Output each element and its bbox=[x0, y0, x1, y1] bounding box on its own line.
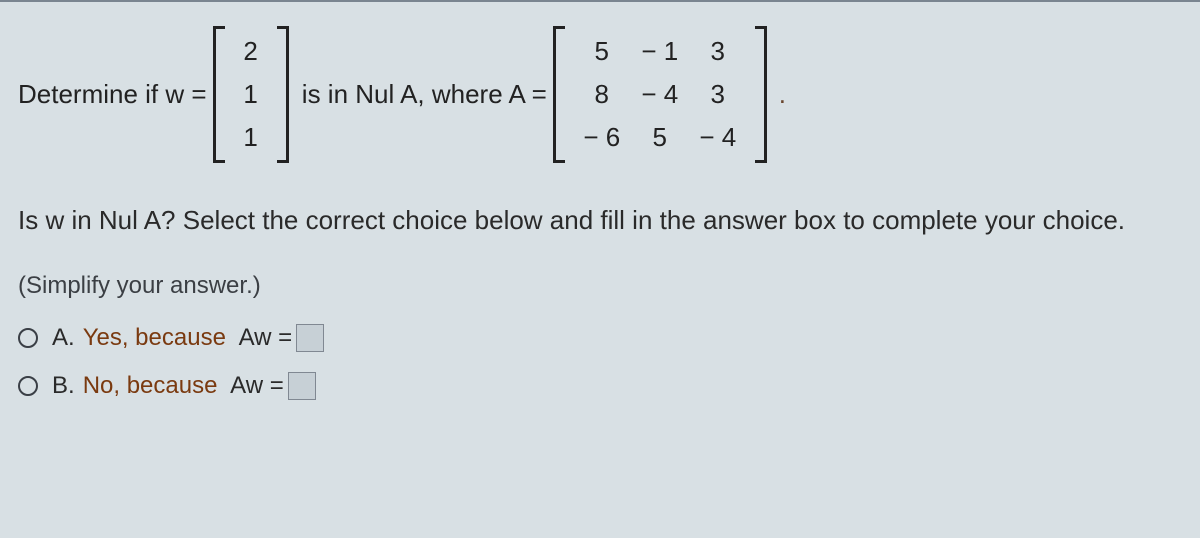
A-0-2: 3 bbox=[704, 36, 732, 67]
w-2: 1 bbox=[237, 122, 265, 153]
A-1-0: 8 bbox=[588, 79, 616, 110]
answer-box-a[interactable] bbox=[296, 324, 324, 352]
choice-b-expr: Aw = bbox=[230, 372, 284, 400]
hint-text: (Simplify your answer.) bbox=[18, 272, 1182, 300]
radio-icon[interactable] bbox=[18, 328, 38, 348]
choice-a-label: Yes, because bbox=[83, 324, 226, 352]
choice-b-label: No, because bbox=[83, 372, 218, 400]
w-1: 1 bbox=[237, 79, 265, 110]
question-text: Is w in Nul A? Select the correct choice… bbox=[18, 203, 1182, 238]
problem-statement: Determine if w = 2 1 1 is in Nul A, wher… bbox=[18, 26, 1182, 163]
w-0: 2 bbox=[237, 36, 265, 67]
A-2-0: − 6 bbox=[583, 122, 620, 153]
choice-b-letter: B. bbox=[52, 372, 75, 400]
choice-b[interactable]: B. No, because Aw = bbox=[18, 372, 1182, 400]
choice-a-expr: Aw = bbox=[239, 324, 293, 352]
A-0-1: − 1 bbox=[641, 36, 678, 67]
bracket-left-icon bbox=[553, 26, 567, 163]
choice-a-letter: A. bbox=[52, 324, 75, 352]
bracket-left-icon bbox=[213, 26, 227, 163]
matrix-A: 5 − 1 3 8 − 4 3 − 6 5 − 4 bbox=[553, 26, 767, 163]
text-period: . bbox=[779, 79, 786, 110]
A-2-2: − 4 bbox=[699, 122, 736, 153]
bracket-right-icon bbox=[753, 26, 767, 163]
A-1-2: 3 bbox=[704, 79, 732, 110]
problem-panel: Determine if w = 2 1 1 is in Nul A, wher… bbox=[0, 0, 1200, 438]
radio-icon[interactable] bbox=[18, 376, 38, 396]
text-mid: is in Nul A, where A = bbox=[295, 79, 547, 110]
answer-box-b[interactable] bbox=[288, 372, 316, 400]
A-2-1: 5 bbox=[646, 122, 674, 153]
choice-a[interactable]: A. Yes, because Aw = bbox=[18, 324, 1182, 352]
text-lead: Determine if w = bbox=[18, 79, 207, 110]
vector-w: 2 1 1 bbox=[213, 26, 289, 163]
A-1-1: − 4 bbox=[641, 79, 678, 110]
bracket-right-icon bbox=[275, 26, 289, 163]
A-0-0: 5 bbox=[588, 36, 616, 67]
